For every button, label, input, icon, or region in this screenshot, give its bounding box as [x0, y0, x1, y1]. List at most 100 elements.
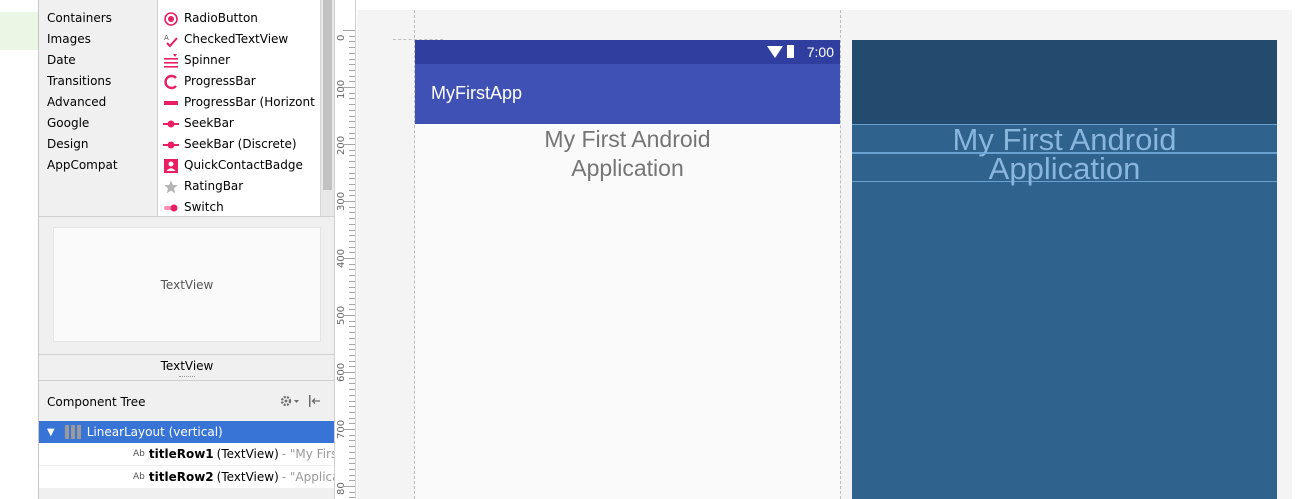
blueprint-app-bar [852, 40, 1277, 124]
component-tree-title: Component Tree [47, 395, 146, 409]
category-design[interactable]: Design [47, 134, 88, 155]
title-row-1[interactable]: My First Android [415, 126, 840, 153]
design-canvas[interactable]: 7:00 MyFirstApp My First Android Applica… [357, 10, 1292, 499]
ruler-tick [349, 269, 355, 271]
ruler-tick [343, 315, 355, 316]
ruler-tick [349, 183, 355, 185]
category-date[interactable]: Date [47, 50, 76, 71]
widget-spinner[interactable]: Spinner [163, 50, 230, 71]
widget-label: RadioButton [184, 11, 258, 25]
ruler-tick [349, 309, 355, 311]
status-bar: 7:00 [415, 40, 840, 64]
ruler-tick [349, 286, 355, 288]
textview-icon: Ab [133, 449, 145, 459]
ruler-tick [349, 303, 355, 305]
ruler-tick [343, 372, 355, 373]
widget-label: ProgressBar [184, 74, 256, 88]
widget-switch[interactable]: Switch [163, 197, 224, 216]
guide-line [840, 10, 841, 499]
ruler-tick [349, 280, 355, 282]
pin-icon[interactable] [307, 393, 321, 409]
tree-row-value: - "My First A [281, 447, 335, 461]
resize-grip[interactable] [179, 376, 195, 378]
ruler-tick [343, 486, 355, 487]
left-tool-strip [0, 0, 38, 499]
gear-icon[interactable] [279, 393, 301, 409]
ruler-tick [349, 212, 355, 214]
blueprint-title-row-2[interactable]: Application [852, 151, 1277, 186]
linear-layout-icon [64, 425, 81, 439]
app-bar: MyFirstApp [415, 64, 840, 124]
ruler-tick [349, 189, 355, 191]
ruler-tick [349, 400, 355, 402]
title-row-2[interactable]: Application [415, 155, 840, 182]
ruler-tick [349, 172, 355, 174]
tree-row-titlerow1[interactable]: Ab titleRow1 (TextView) - "My First A [39, 443, 335, 465]
design-preview[interactable]: 7:00 MyFirstApp My First Android Applica… [415, 40, 840, 499]
widget-seekbar-discrete[interactable]: SeekBar (Discrete) [163, 134, 297, 155]
ruler-tick [349, 320, 355, 322]
status-time: 7:00 [806, 44, 834, 60]
ruler-tick [349, 121, 355, 123]
blueprint-title-row-1[interactable]: My First Android [852, 124, 1277, 155]
category-advanced[interactable]: Advanced [47, 92, 106, 113]
blueprint-preview[interactable]: My First Android Application [852, 40, 1277, 499]
ruler-tick [349, 69, 355, 71]
tree-row-type: (TextView) [216, 470, 279, 484]
ruler-tick [349, 497, 355, 499]
tree-row-value: - "Applicatio [281, 470, 335, 484]
ruler-tick [349, 263, 355, 265]
ruler-tick [349, 58, 355, 60]
category-containers[interactable]: Containers [47, 8, 112, 29]
ruler-tick [349, 98, 355, 100]
ruler-tick [349, 332, 355, 334]
app-title: MyFirstApp [431, 83, 523, 103]
widget-label: SeekBar [184, 116, 234, 130]
ruler-tick [349, 491, 355, 493]
ruler-tick [349, 52, 355, 54]
widget-radiobutton[interactable]: RadioButton [163, 8, 258, 29]
ruler-tick [343, 87, 355, 88]
ruler-tick [349, 337, 355, 339]
ruler-tick [349, 64, 355, 66]
ruler-tick [349, 434, 355, 436]
ruler-tick [349, 411, 355, 413]
category-google[interactable]: Google [47, 113, 89, 134]
widget-ratingbar[interactable]: RatingBar [163, 176, 243, 197]
tree-root-linearlayout[interactable]: ▼ LinearLayout (vertical) [39, 421, 335, 443]
ruler-tick [343, 429, 355, 430]
ruler-tick [349, 109, 355, 111]
ruler-tick [349, 195, 355, 197]
ruler-tick [349, 468, 355, 470]
battery-icon [787, 45, 794, 58]
blueprint-text: Application [988, 151, 1141, 186]
tool-strip-highlight [0, 12, 38, 50]
widget-label: CheckedTextView [184, 32, 289, 46]
textview-icon: Ab [133, 472, 145, 482]
vertical-ruler: 0 100 200 300 400 500 600 700 80 [334, 0, 356, 499]
widget-checkedtextview[interactable]: A CheckedTextView [163, 29, 288, 50]
ruler-tick [349, 235, 355, 237]
ruler-tick [349, 115, 355, 117]
ruler-tick [343, 258, 355, 259]
ruler-tick [349, 47, 355, 49]
ruler-tick [343, 30, 355, 31]
ruler-tick [349, 178, 355, 180]
ruler-label: 200 [336, 135, 347, 155]
category-images[interactable]: Images [47, 29, 91, 50]
widget-progressbar[interactable]: ProgressBar [163, 71, 256, 92]
ruler-tick [349, 223, 355, 225]
ruler-tick [349, 252, 355, 254]
widget-progressbar-horizontal[interactable]: ProgressBar (Horizont [163, 92, 315, 113]
tree-row-id: titleRow2 [148, 470, 214, 484]
ruler-tick [349, 240, 355, 242]
category-transitions[interactable]: Transitions [47, 71, 111, 92]
palette-scrollbar[interactable] [320, 0, 334, 216]
expand-arrow-icon[interactable]: ▼ [47, 427, 55, 438]
widget-quickcontactbadge[interactable]: QuickContactBadge [163, 155, 303, 176]
ruler-tick [349, 360, 355, 362]
category-appcompat[interactable]: AppCompat [47, 155, 118, 176]
tree-row-titlerow2[interactable]: Ab titleRow2 (TextView) - "Applicatio [39, 466, 335, 488]
palette-scrollbar-thumb[interactable] [323, 0, 332, 190]
widget-seekbar[interactable]: SeekBar [163, 113, 234, 134]
